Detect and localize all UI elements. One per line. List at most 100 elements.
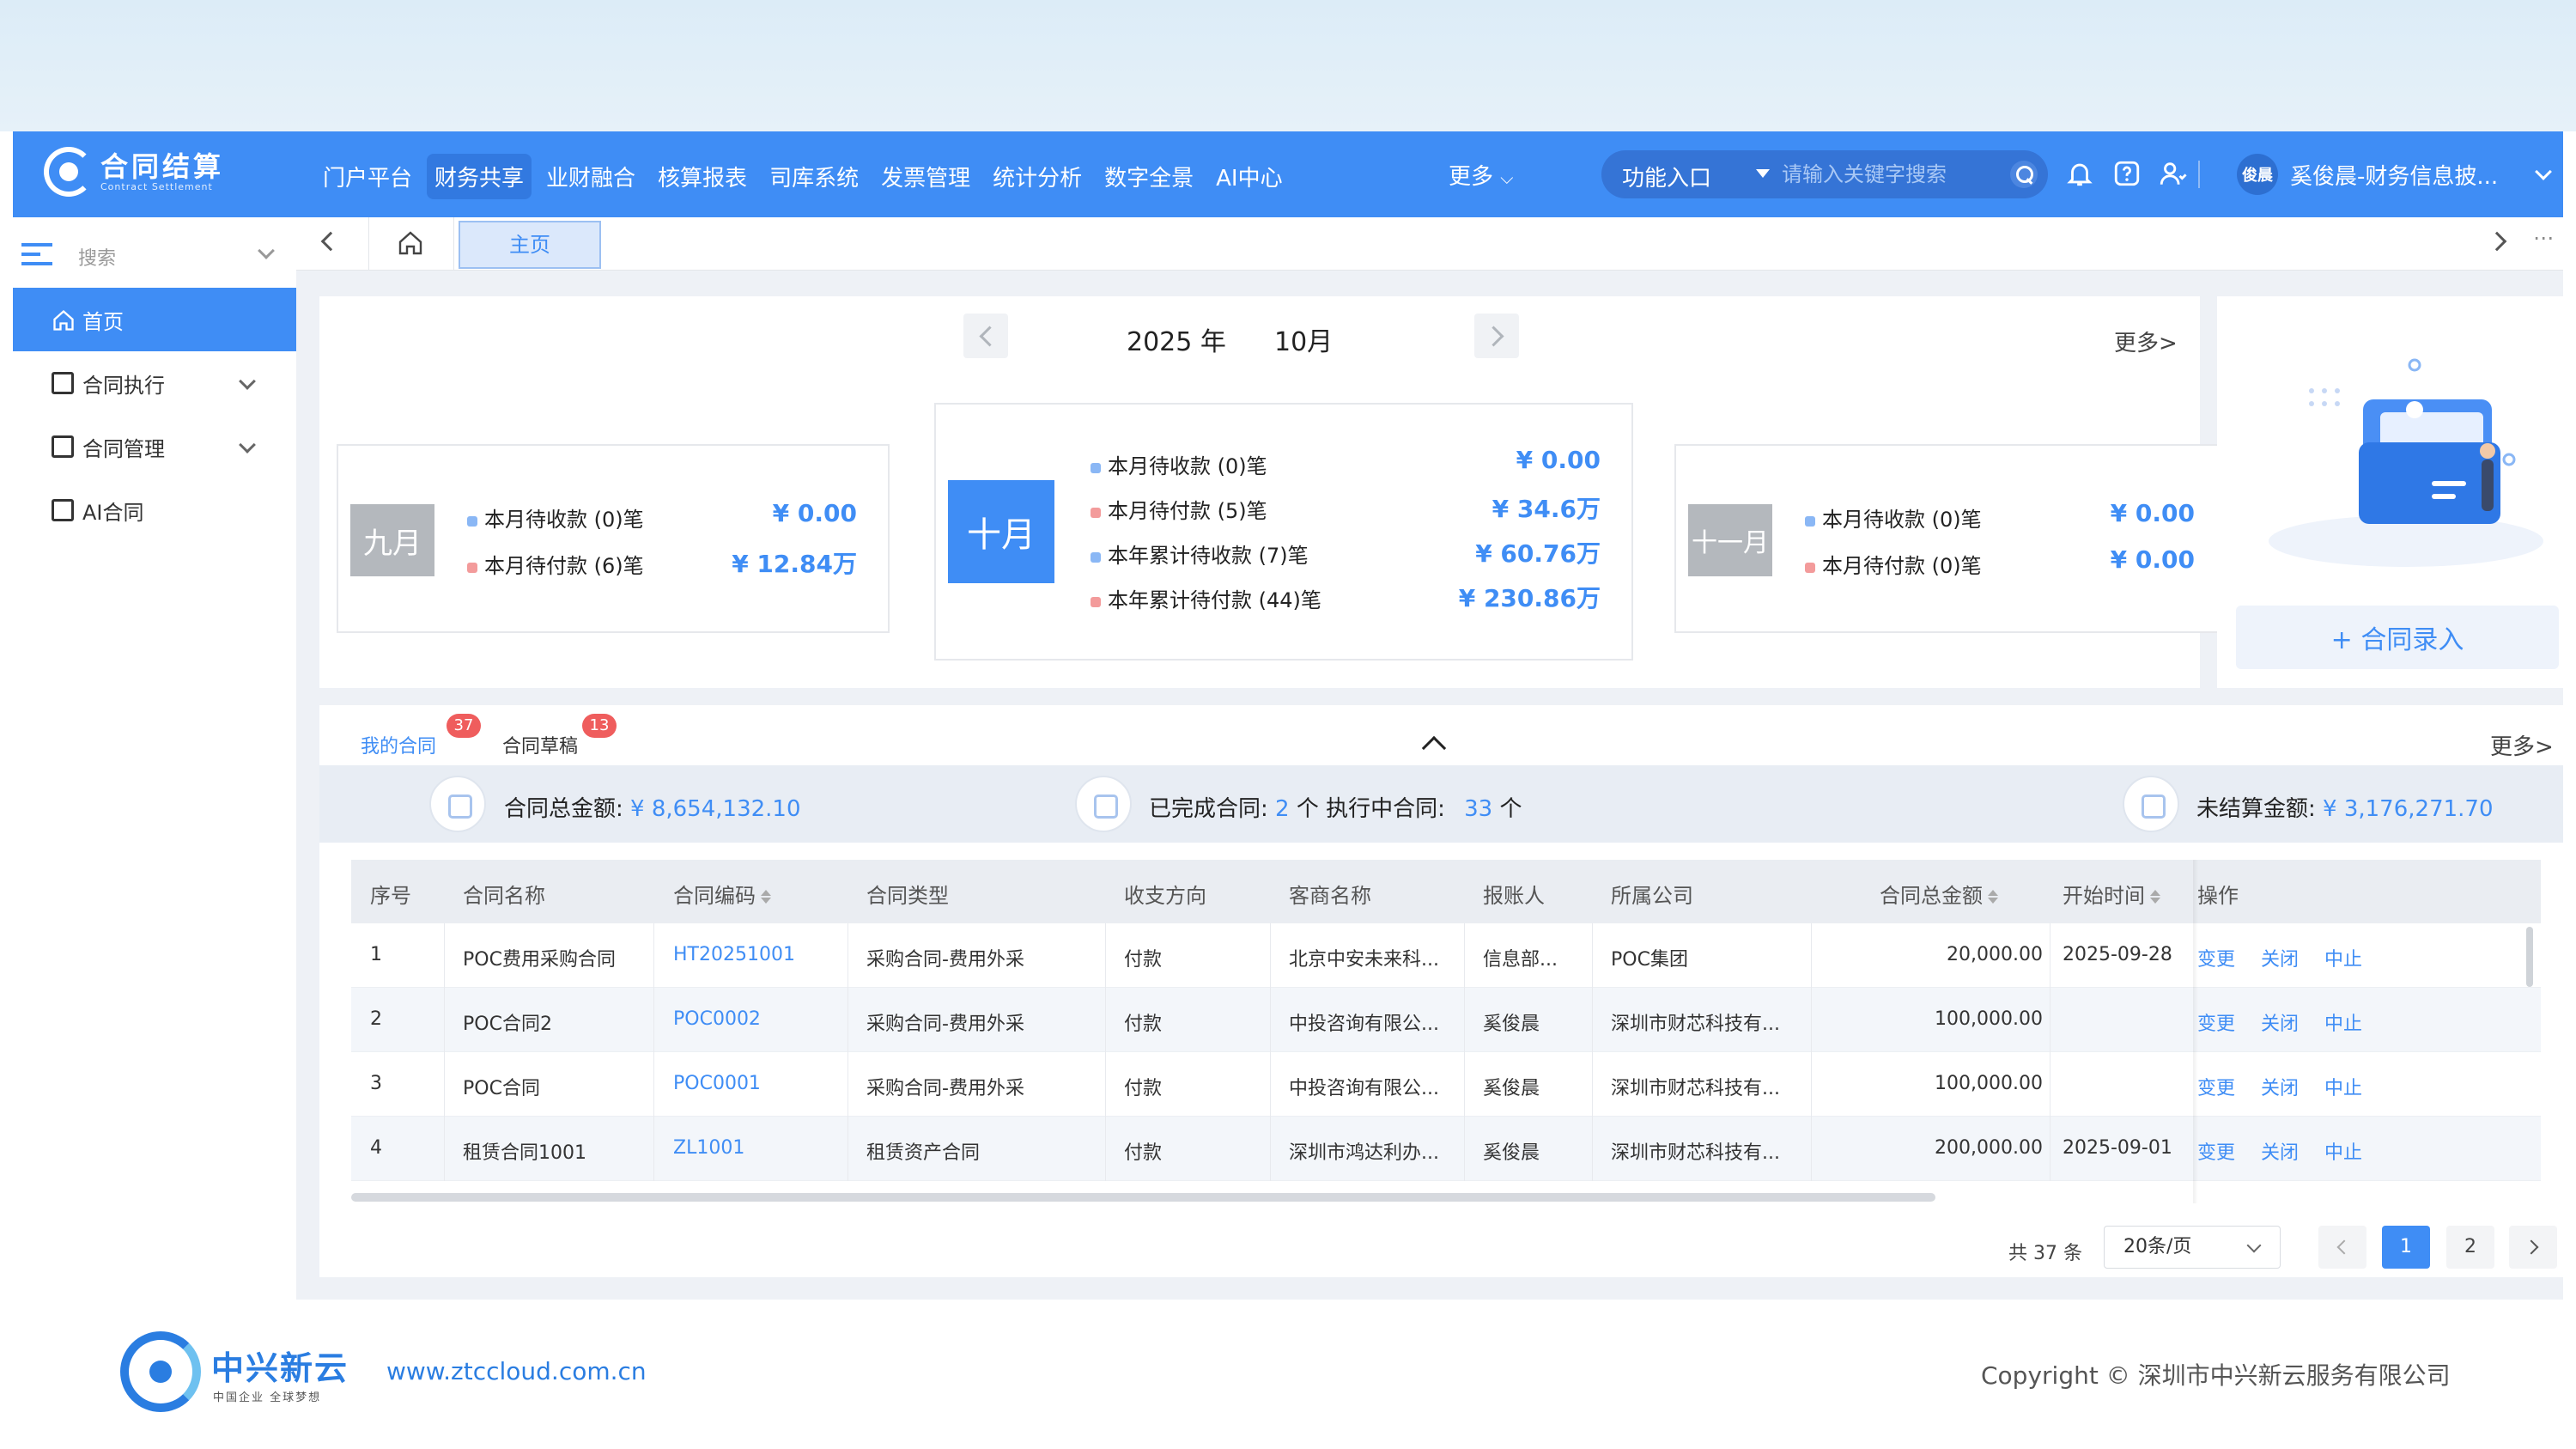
month-label: 十月 — [948, 480, 1054, 583]
pager-next-button[interactable] — [2509, 1226, 2557, 1269]
receivable-icon — [1091, 463, 1101, 473]
fixed-column-shadow — [2193, 860, 2198, 1203]
tab-main-page[interactable]: 主页 — [459, 221, 601, 269]
table-row[interactable]: 4 租赁合同1001 ZL1001 租赁资产合同 付款 深圳市鸿达利办... 奚… — [351, 1117, 2541, 1181]
nav-invoice[interactable]: 发票管理 — [873, 154, 978, 199]
nav-statistics[interactable]: 统计分析 — [985, 154, 1090, 199]
nav-treasury[interactable]: 司库系统 — [762, 154, 866, 199]
month-value: ¥ 0.00 — [772, 499, 857, 527]
top-header: 合同结算 Contract Settlement 门户平台 财务共享 业财融合 … — [13, 131, 2563, 217]
month-value: ¥ 0.00 — [2110, 545, 2195, 574]
sidebar-item-home[interactable]: 首页 — [13, 288, 296, 351]
close-button[interactable]: 关闭 — [2261, 1014, 2299, 1035]
sidebar-item-contract-management[interactable]: 合同管理 — [13, 415, 296, 478]
nav-portal[interactable]: 门户平台 — [315, 154, 420, 199]
sidebar-item-contract-execution[interactable]: 合同执行 — [13, 351, 296, 415]
horizontal-scrollbar[interactable] — [351, 1193, 1935, 1202]
search-input[interactable] — [1782, 155, 2005, 193]
cell-code-link[interactable]: POC0001 — [673, 1073, 761, 1094]
nav-ai-center[interactable]: AI中心 — [1208, 154, 1290, 199]
sort-icon[interactable] — [1988, 890, 1998, 904]
month-box-prev[interactable]: 九月 本月待收款 (0)笔 ¥ 0.00 本月待付款 (6)笔 ¥ 12.84万 — [337, 444, 890, 633]
change-button[interactable]: 变更 — [2197, 1014, 2235, 1035]
nav-finance-share[interactable]: 财务共享 — [427, 154, 532, 199]
change-button[interactable]: 变更 — [2197, 949, 2235, 971]
column-header: 报账人 — [1483, 884, 1545, 908]
search-icon[interactable] — [2010, 161, 2038, 188]
payable-icon — [1091, 508, 1101, 518]
tab-home[interactable] — [368, 217, 454, 271]
calendar-prev-button[interactable] — [963, 314, 1008, 358]
chevron-down-icon[interactable] — [2535, 163, 2552, 180]
user-name[interactable]: 奚俊晨-财务信息披... — [2290, 159, 2498, 191]
pager-page-2[interactable]: 2 — [2446, 1226, 2494, 1269]
column-header-sortable[interactable]: 合同编码 — [673, 879, 771, 909]
user-manage-icon[interactable] — [2158, 159, 2187, 188]
contracts-more-link[interactable]: 更多> — [2490, 729, 2554, 761]
app-window: 合同结算 Contract Settlement 门户平台 财务共享 业财融合 … — [13, 131, 2563, 1300]
month-box-next[interactable]: 十一月 本月待收款 (0)笔 ¥ 0.00 本月待付款 (0)笔 ¥ 0.00 — [1674, 444, 2227, 633]
month-label: 九月 — [350, 504, 434, 576]
page-size-select[interactable]: 20条/页 — [2104, 1226, 2281, 1269]
cell-company: 深圳市财芯科技有... — [1611, 1014, 1780, 1035]
month-row-payable: 本月待付款 (6)笔 — [467, 549, 644, 579]
sidebar-search[interactable]: 搜索 — [13, 228, 296, 279]
cell-reporter: 奚俊晨 — [1483, 1078, 1540, 1099]
app-logo[interactable]: 合同结算 Contract Settlement — [44, 147, 224, 197]
tab-scroll-left-icon[interactable] — [320, 231, 341, 252]
chevron-down-icon — [239, 373, 256, 390]
close-button[interactable]: 关闭 — [2261, 1078, 2299, 1099]
cell-company: 深圳市财芯科技有... — [1611, 1142, 1780, 1164]
table-row[interactable]: 3 POC合同 POC0001 采购合同-费用外采 付款 中投咨询有限公... … — [351, 1052, 2541, 1117]
pager-page-1[interactable]: 1 — [2382, 1226, 2430, 1269]
function-entry-dropdown[interactable]: 功能入口 — [1622, 161, 1711, 192]
change-button[interactable]: 变更 — [2197, 1142, 2235, 1164]
nav-business-finance[interactable]: 业财融合 — [538, 154, 643, 199]
more-dots-icon[interactable]: ⋯ — [2533, 226, 2554, 250]
cell-vendor: 北京中安未来科... — [1289, 949, 1439, 971]
bell-icon[interactable] — [2065, 159, 2094, 188]
vertical-scrollbar[interactable] — [2526, 927, 2533, 987]
sort-icon[interactable] — [761, 890, 771, 904]
suspend-button[interactable]: 中止 — [2324, 1078, 2362, 1099]
nav-more-button[interactable]: 更多 ⌵ — [1449, 159, 1513, 191]
tab-my-contracts[interactable]: 我的合同 — [361, 731, 436, 758]
calendar-next-button[interactable] — [1474, 314, 1519, 358]
ai-document-icon — [52, 499, 74, 521]
column-header-sortable[interactable]: 合同总金额 — [1880, 879, 1998, 909]
change-button[interactable]: 变更 — [2197, 1078, 2235, 1099]
collapse-icon[interactable] — [1421, 735, 1447, 761]
year-row-receivable: 本年累计待收款 (7)笔 — [1091, 539, 1309, 569]
help-icon[interactable] — [2112, 159, 2142, 188]
nav-reports[interactable]: 核算报表 — [650, 154, 755, 199]
suspend-button[interactable]: 中止 — [2324, 949, 2362, 971]
suspend-button[interactable]: 中止 — [2324, 1014, 2362, 1035]
avatar[interactable]: 俊晨 — [2237, 154, 2278, 195]
add-contract-button[interactable]: + 合同录入 — [2236, 606, 2559, 669]
suspend-button[interactable]: 中止 — [2324, 1142, 2362, 1164]
cell-name: POC费用采购合同 — [463, 949, 616, 971]
pager-prev-button[interactable] — [2318, 1226, 2366, 1269]
cell-code-link[interactable]: POC0002 — [673, 1008, 761, 1030]
close-button[interactable]: 关闭 — [2261, 949, 2299, 971]
calendar-more-link[interactable]: 更多> — [2114, 326, 2178, 357]
cell-code-link[interactable]: HT20251001 — [673, 944, 795, 965]
sort-icon[interactable] — [2150, 890, 2160, 904]
footer-url[interactable]: www.ztccloud.com.cn — [386, 1357, 647, 1385]
footer-brand: 中兴新云 — [211, 1349, 349, 1387]
nav-digital[interactable]: 数字全景 — [1097, 154, 1201, 199]
tab-contract-drafts[interactable]: 合同草稿 — [502, 731, 578, 758]
month-row-receivable: 本月待收款 (0)笔 — [1805, 502, 1982, 533]
table-row[interactable]: 2 POC合同2 POC0002 采购合同-费用外采 付款 中投咨询有限公...… — [351, 988, 2541, 1052]
contract-table: 序号 合同名称 合同编码 合同类型 收支方向 客商名称 报账人 所属公司 合同总… — [351, 860, 2541, 1203]
payment-calendar-card: 2025 年 10月 更多> 九月 本月待收款 (0)笔 ¥ 0.00 本月待付… — [319, 296, 2227, 688]
column-header-sortable[interactable]: 开始时间 — [2063, 879, 2160, 909]
tab-scroll-right-icon[interactable] — [2487, 231, 2507, 252]
table-row[interactable]: 1 POC费用采购合同 HT20251001 采购合同-费用外采 付款 北京中安… — [351, 923, 2541, 988]
menu-collapse-icon[interactable] — [21, 243, 52, 265]
month-box-current[interactable]: 十月 本月待收款 (0)笔 ¥ 0.00 本月待付款 (5)笔 ¥ 34.6万 … — [934, 403, 1633, 661]
summary-total: 合同总金额: ¥ 8,654,132.10 — [504, 796, 801, 822]
close-button[interactable]: 关闭 — [2261, 1142, 2299, 1164]
cell-code-link[interactable]: ZL1001 — [673, 1137, 744, 1159]
sidebar-item-ai-contract[interactable]: AI合同 — [13, 478, 296, 542]
